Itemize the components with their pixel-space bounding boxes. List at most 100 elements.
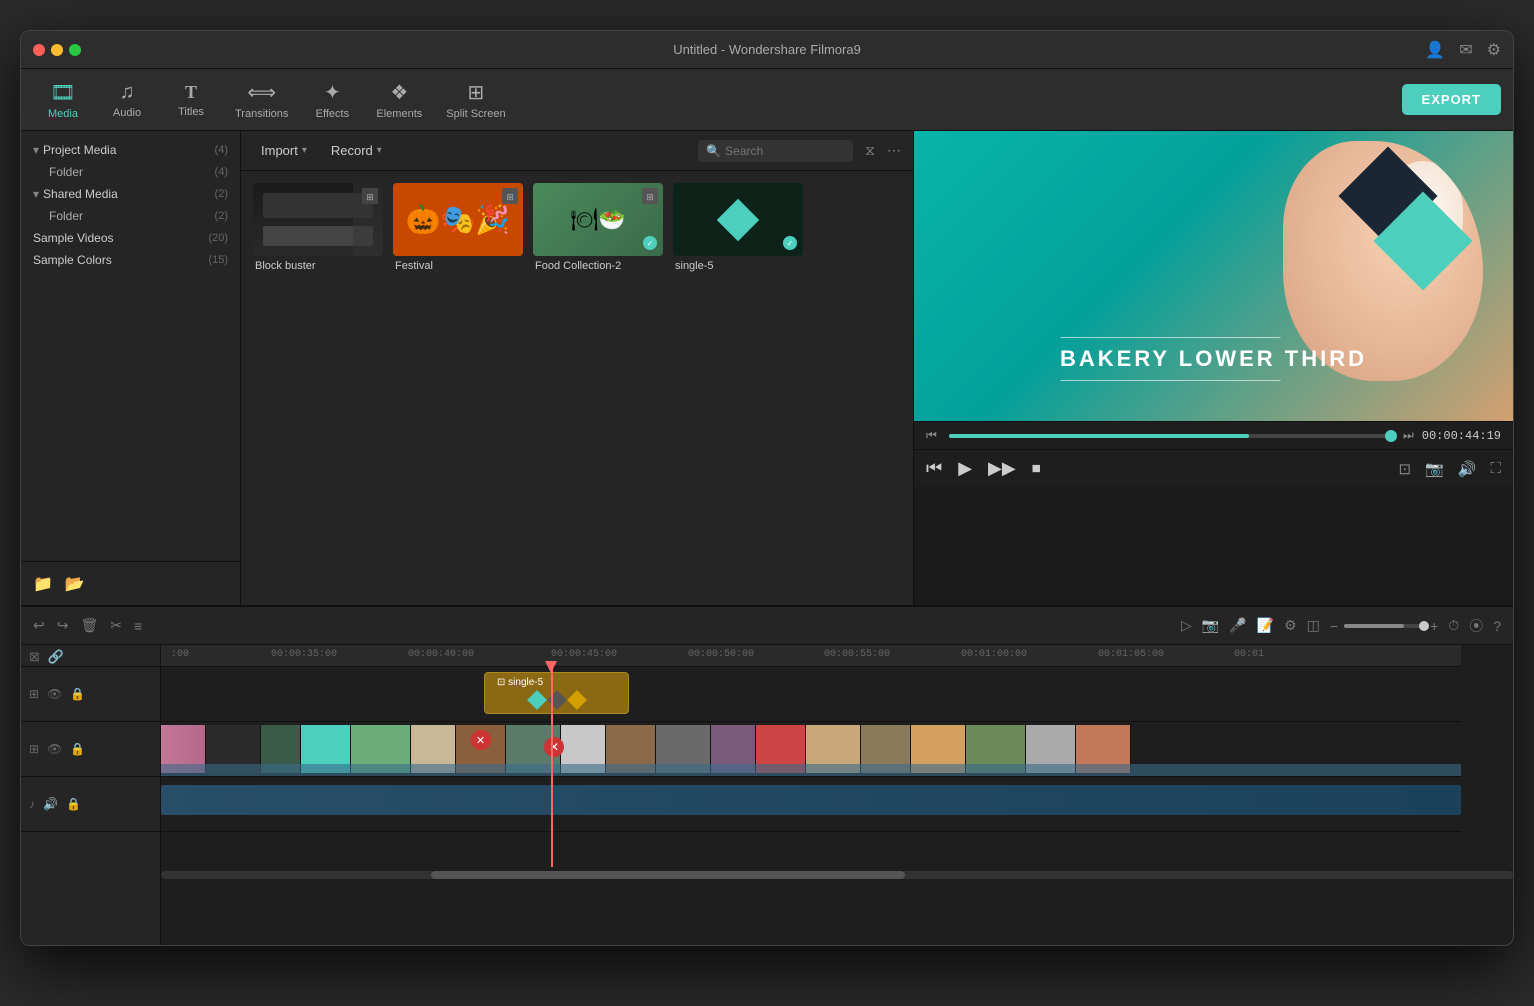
horizontal-scrollbar[interactable] [161, 871, 1513, 879]
sidebar-item-project-media[interactable]: ▾ Project Media (4) [21, 139, 240, 161]
tab-effects[interactable]: ✦ Effects [302, 74, 362, 126]
time-start-icon: ⏮ [926, 428, 937, 443]
festival-thumbnail: 🎃🎭🎉 ⊞ [393, 183, 523, 256]
audio-icon: ♫ [120, 81, 135, 104]
video-eye-icon[interactable]: 👁 [47, 742, 62, 756]
elements-icon: ❖ [390, 80, 408, 105]
picture-in-picture-icon[interactable]: ⊡ [1399, 460, 1412, 478]
diamond-gold [567, 690, 587, 710]
sidebar: ▾ Project Media (4) Folder (4) ▾ Shared … [21, 131, 241, 605]
audio-eye-icon[interactable]: 🔊 [43, 797, 58, 811]
eye-icon[interactable]: 👁 [47, 687, 62, 701]
import-button[interactable]: Import ▾ [253, 139, 315, 162]
zoom-dot [1419, 621, 1429, 631]
media-item-festival[interactable]: 🎃🎭🎉 ⊞ Festival [393, 183, 523, 272]
main-toolbar: 🎞 Media ♫ Audio T Titles ⟺ Transitions ✦… [21, 69, 1513, 131]
zoom-out-icon[interactable]: − [1330, 618, 1338, 634]
tab-splitscreen[interactable]: ⊞ Split Screen [436, 74, 515, 126]
minimize-button[interactable] [51, 44, 63, 56]
lock-icon[interactable]: 🔒 [70, 687, 85, 701]
media-item-single5[interactable]: ✓ single-5 [673, 183, 803, 272]
preview-right-icons: ⊡ 📷 🔊 ⛶ [1399, 460, 1501, 478]
fullscreen-icon[interactable]: ⛶ [1490, 460, 1501, 478]
search-input[interactable] [725, 144, 845, 158]
playhead[interactable] [551, 667, 553, 867]
audio-lock-icon[interactable]: 🔒 [66, 797, 81, 811]
redo-icon[interactable]: ↪ [57, 617, 69, 634]
ruler-tick: :00 [171, 649, 189, 660]
vertical-split-icon[interactable]: ⦿ [1469, 616, 1483, 636]
preview-controls-bar: ⏮ ⏭ 00:00:44:19 [914, 421, 1513, 449]
volume-icon[interactable]: 🔊 [1458, 460, 1477, 478]
step-back-button[interactable]: ⏮ [926, 458, 942, 479]
user-icon[interactable]: 👤 [1425, 40, 1445, 60]
import-chevron-icon: ▾ [302, 145, 307, 156]
folder-icon[interactable]: 📂 [65, 574, 85, 594]
export-button[interactable]: EXPORT [1402, 84, 1501, 115]
clip-single5[interactable]: ⊡ single-5 [484, 672, 629, 714]
ruler-tick: 00:00:40:00 [408, 649, 474, 660]
preview-canvas: BAKERY LOWER THIRD [914, 131, 1513, 421]
add-clip-icon[interactable]: ▷ [1181, 617, 1192, 634]
maximize-button[interactable] [69, 44, 81, 56]
diamond-dark [547, 690, 567, 710]
mail-icon[interactable]: ✉ [1459, 40, 1472, 60]
close-button[interactable] [33, 44, 45, 56]
tab-audio[interactable]: ♫ Audio [97, 75, 157, 125]
progress-bar[interactable] [949, 434, 1391, 438]
snapshot-icon[interactable]: 📷 [1425, 460, 1444, 478]
adjust-icon[interactable]: ≡ [134, 618, 142, 634]
window-controls [33, 44, 81, 56]
help-icon[interactable]: ? [1493, 618, 1501, 634]
svg-text:⊞: ⊞ [506, 192, 514, 202]
ruler-tick: 00:00:55:00 [824, 649, 890, 660]
play-button[interactable]: ▶ [958, 458, 972, 479]
camera-icon[interactable]: 📷 [1202, 617, 1219, 634]
split-icon[interactable]: ◫ [1307, 617, 1320, 634]
tab-elements[interactable]: ❖ Elements [366, 74, 432, 126]
add-folder-icon[interactable]: 📁 [33, 574, 53, 594]
food-label: Food Collection-2 [533, 260, 663, 272]
diamond-teal [527, 690, 547, 710]
scrollbar-thumb[interactable] [431, 871, 904, 879]
sidebar-item-project-folder[interactable]: Folder (4) [21, 161, 240, 183]
ruler-spacer: ⊠ 🔗 [21, 645, 160, 667]
media-item-blockbuster[interactable]: ⊞ Block buster [253, 183, 383, 272]
sidebar-item-sample-videos[interactable]: Sample Videos (20) [21, 227, 240, 249]
record-label: Record [331, 143, 373, 158]
media-item-food[interactable]: 🍽🥗 ✓ ⊞ Food Collection-2 [533, 183, 663, 272]
grid-view-icon[interactable]: ⋯ [887, 142, 901, 159]
sidebar-item-shared-folder[interactable]: Folder (2) [21, 205, 240, 227]
timer-icon[interactable]: ⏱ [1448, 617, 1459, 634]
tab-titles[interactable]: T Titles [161, 76, 221, 124]
splitscreen-icon: ⊞ [468, 80, 485, 105]
sidebar-item-sample-colors[interactable]: Sample Colors (15) [21, 249, 240, 271]
fit-icon[interactable]: ⊠ [29, 649, 40, 665]
cut-icon[interactable]: ✂ [110, 617, 122, 634]
delete-icon[interactable]: 🗑 [80, 617, 98, 634]
video-lock-icon[interactable]: 🔒 [70, 742, 85, 756]
timeline-ruler: :00 00:00:35:00 00:00:40:00 00:00:45:00 … [161, 645, 1461, 667]
tab-effects-label: Effects [316, 108, 349, 120]
zoom-in-icon[interactable]: + [1430, 618, 1438, 634]
undo-icon[interactable]: ↩ [33, 617, 45, 634]
play-forward-button[interactable]: ▶▶ [988, 458, 1016, 479]
settings-icon[interactable]: ⚙ [1487, 40, 1501, 60]
clip-label: ⊡ single-5 [491, 677, 549, 688]
filter-icon[interactable]: ⧖ [865, 142, 875, 159]
mic-icon[interactable]: 🎤 [1229, 617, 1246, 634]
settings2-icon[interactable]: ⚙ [1284, 617, 1297, 634]
audio-track [161, 777, 1461, 832]
ruler-tick: 00:00:50:00 [688, 649, 754, 660]
search-box[interactable]: 🔍 [698, 140, 853, 162]
tab-media[interactable]: 🎞 Media [33, 74, 93, 126]
transitions-icon: ⟺ [247, 80, 276, 105]
stop-button[interactable]: ⏹ [1032, 458, 1041, 479]
text-icon[interactable]: 📝 [1257, 617, 1274, 634]
link-icon[interactable]: 🔗 [48, 649, 64, 665]
record-button[interactable]: Record ▾ [323, 139, 390, 162]
video-track: ✕ ✕ [161, 722, 1461, 777]
sidebar-item-shared-media[interactable]: ▾ Shared Media (2) [21, 183, 240, 205]
zoom-bar[interactable] [1344, 624, 1424, 628]
tab-transitions[interactable]: ⟺ Transitions [225, 74, 298, 126]
